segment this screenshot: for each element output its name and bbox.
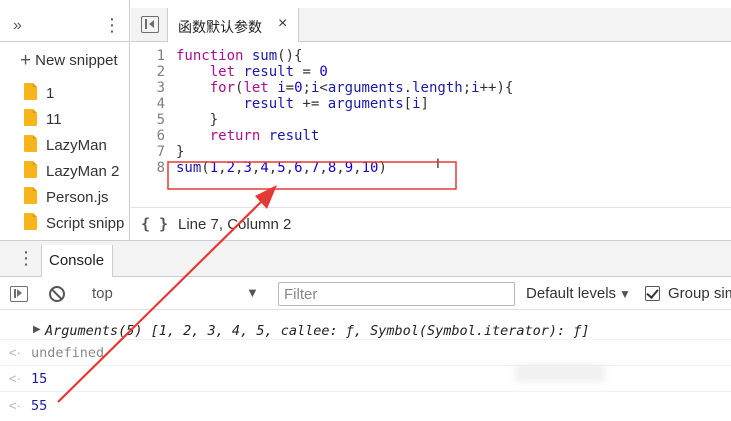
- console-drawer: ⋮ Console top ▼ Default levels▼ Group si…: [0, 240, 731, 421]
- file-icon: [24, 187, 37, 204]
- group-similar-checkbox[interactable]: [645, 286, 660, 301]
- line-number: 5: [156, 112, 165, 128]
- toggle-navigator-icon[interactable]: [141, 16, 159, 33]
- editor-tab[interactable]: 函数默认参数 ×: [167, 8, 299, 42]
- drawer-tab-bar: ⋮ Console: [0, 241, 731, 277]
- line-number: 7: [156, 144, 165, 160]
- code-line: result += arguments[i]: [243, 96, 429, 112]
- expand-triangle-icon[interactable]: ▶: [33, 324, 41, 335]
- new-snippet-label: New snippet: [35, 52, 118, 69]
- context-selector[interactable]: top ▼: [82, 281, 262, 307]
- snippet-label: 11: [46, 111, 62, 128]
- plus-icon: +: [20, 50, 32, 71]
- console-message-text: 55: [31, 398, 48, 414]
- file-icon: [24, 135, 37, 152]
- console-tab-label: Console: [49, 252, 105, 269]
- text-cursor-icon: I: [436, 155, 440, 171]
- new-snippet-button[interactable]: + New snippet: [20, 50, 118, 72]
- console-message: <· 55: [0, 392, 731, 420]
- console-message-text: 15: [31, 371, 48, 387]
- editor-tab-title: 函数默认参数: [178, 19, 262, 35]
- file-icon: [24, 83, 37, 100]
- line-number: 8: [156, 160, 165, 176]
- file-icon: [24, 161, 37, 178]
- editor-status-bar: { } Line 7, Column 2: [131, 207, 731, 240]
- line-number: 6: [156, 128, 165, 144]
- code-line: for(let i=0;i<arguments.length;i++){: [209, 80, 514, 96]
- filter-input[interactable]: [278, 282, 515, 306]
- code-editor[interactable]: function sum(){ let result = 0 for(let i…: [176, 46, 716, 206]
- snippet-label: 1: [46, 85, 55, 102]
- line-number: 1: [156, 48, 165, 64]
- log-levels-dropdown[interactable]: Default levels ▼: [526, 285, 631, 302]
- show-console-sidebar-icon[interactable]: [10, 286, 28, 302]
- snippets-sidebar: » ⋮ + New snippet 1 11 LazyMan LazyMan 2 …: [0, 0, 130, 240]
- result-arrow-icon: <·: [9, 345, 21, 360]
- snippet-item[interactable]: 1: [24, 83, 54, 105]
- console-message-text: undefined: [31, 345, 105, 361]
- console-message: <· undefined: [0, 340, 731, 366]
- more-tabs-icon[interactable]: »: [13, 17, 22, 35]
- snippet-label: LazyMan 2: [46, 163, 120, 180]
- blurred-region: [515, 364, 605, 382]
- file-icon: [24, 213, 37, 230]
- line-number-gutter: 1 2 3 4 5 6 7 8: [131, 46, 167, 206]
- log-levels-label: Default levels: [526, 285, 617, 302]
- dropdown-arrow-icon: ▼: [619, 287, 631, 301]
- console-message: ▶ Arguments(5) [1, 2, 3, 4, 5, callee: ƒ…: [0, 318, 731, 340]
- sidebar-header: » ⋮: [0, 8, 130, 42]
- console-message: <· 15: [0, 366, 731, 392]
- code-line: sum(1,2,3,4,5,6,7,8,9,10): [176, 160, 387, 176]
- more-options-icon[interactable]: ⋮: [17, 249, 35, 267]
- snippet-item[interactable]: 11: [24, 109, 62, 131]
- code-line: return result: [209, 128, 320, 144]
- clear-console-icon[interactable]: [49, 286, 65, 302]
- snippet-item[interactable]: Person.js: [24, 187, 109, 209]
- line-number: 4: [156, 96, 165, 112]
- context-value: top: [92, 285, 113, 302]
- result-arrow-icon: <·: [9, 398, 21, 413]
- code-line: }: [176, 144, 185, 160]
- pretty-print-icon[interactable]: { }: [141, 215, 168, 233]
- file-icon: [24, 109, 37, 126]
- snippet-item[interactable]: LazyMan: [24, 135, 107, 157]
- snippet-label: Script snipp: [46, 215, 125, 232]
- snippet-label: Person.js: [46, 189, 109, 206]
- dropdown-arrow-icon: ▼: [246, 285, 259, 300]
- snippet-item[interactable]: LazyMan 2: [24, 161, 119, 183]
- more-options-icon[interactable]: ⋮: [103, 16, 121, 34]
- console-toolbar: top ▼ Default levels▼ Group similar: [0, 278, 731, 310]
- code-line: function sum(){: [176, 48, 303, 64]
- console-message-text[interactable]: Arguments(5) [1, 2, 3, 4, 5, callee: ƒ, …: [45, 323, 590, 339]
- result-arrow-icon: <·: [9, 371, 21, 386]
- code-line: let result = 0: [209, 64, 328, 80]
- group-similar-label: Group similar: [668, 285, 731, 302]
- cursor-position: Line 7, Column 2: [178, 216, 292, 233]
- sources-panel: » ⋮ + New snippet 1 11 LazyMan LazyMan 2 …: [0, 0, 731, 240]
- line-number: 2: [156, 64, 165, 80]
- code-line: }: [209, 112, 219, 128]
- line-number: 3: [156, 80, 165, 96]
- tab-console[interactable]: Console: [41, 245, 113, 277]
- close-icon[interactable]: ×: [278, 15, 287, 33]
- snippet-item[interactable]: Script snipp: [24, 213, 124, 235]
- snippet-label: LazyMan: [46, 137, 107, 154]
